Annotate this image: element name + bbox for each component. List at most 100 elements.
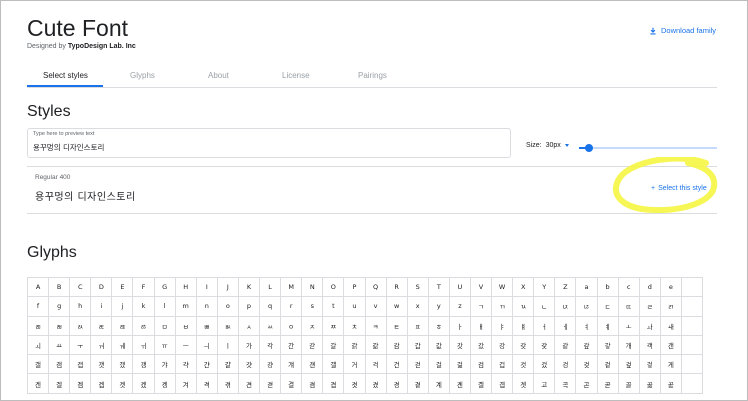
- glyph-cell[interactable]: ㅜ: [70, 335, 92, 356]
- glyph-cell[interactable]: ㄹ: [639, 297, 661, 317]
- glyph-cell[interactable]: T: [428, 278, 450, 298]
- glyph-cell[interactable]: 갓: [449, 335, 471, 356]
- caret-down-icon[interactable]: [564, 144, 569, 147]
- glyph-cell[interactable]: 거: [344, 355, 366, 375]
- glyph-cell[interactable]: ㅊ: [344, 316, 366, 336]
- glyph-cell[interactable]: 갔: [470, 335, 493, 356]
- glyph-cell[interactable]: D: [91, 278, 113, 298]
- glyph-cell[interactable]: 걘: [302, 355, 324, 375]
- glyph-cell[interactable]: ㅍ: [407, 316, 429, 336]
- glyph-cell[interactable]: ㅅ: [238, 316, 261, 336]
- glyph-cell[interactable]: ㅙ: [660, 316, 682, 336]
- glyph-cell[interactable]: W: [492, 278, 514, 298]
- glyph-cell[interactable]: ㅎ: [428, 316, 450, 336]
- glyph-cell[interactable]: 곁: [407, 374, 429, 394]
- glyph-cell[interactable]: ㅝ: [91, 335, 113, 356]
- glyph-cell[interactable]: E: [112, 278, 134, 298]
- glyph-cell[interactable]: H: [175, 278, 197, 298]
- glyph-cell[interactable]: 걸: [428, 355, 450, 375]
- glyph-cell[interactable]: ㅗ: [618, 316, 640, 336]
- glyph-cell[interactable]: 걀: [217, 355, 239, 375]
- glyph-cell[interactable]: ㅘ: [639, 316, 661, 336]
- glyph-cell[interactable]: 값: [428, 335, 450, 356]
- glyph-cell[interactable]: ㄷ: [597, 297, 619, 317]
- glyph-cell[interactable]: 갈: [323, 335, 345, 356]
- glyph-cell[interactable]: ㅂ: [175, 316, 197, 336]
- glyph-cell[interactable]: ㄺ: [660, 297, 682, 317]
- glyph-cell[interactable]: 것: [513, 355, 535, 375]
- glyph-cell[interactable]: 갖: [513, 335, 535, 356]
- glyph-cell[interactable]: ㅠ: [154, 335, 176, 356]
- glyph-cell[interactable]: 곬: [660, 374, 682, 394]
- glyph-cell[interactable]: 갇: [302, 335, 324, 356]
- glyph-cell[interactable]: O: [323, 278, 345, 298]
- glyph-cell[interactable]: 곈: [449, 374, 471, 394]
- glyph-cell[interactable]: ㄼ: [49, 316, 71, 336]
- glyph-cell[interactable]: 고: [534, 374, 556, 394]
- glyph-cell[interactable]: 갯: [91, 355, 113, 375]
- glyph-cell[interactable]: d: [639, 278, 661, 298]
- glyph-cell[interactable]: 겠: [133, 374, 155, 394]
- glyph-cell[interactable]: ㄶ: [576, 297, 598, 317]
- glyph-cell[interactable]: b: [597, 278, 619, 298]
- glyph-cell[interactable]: 갤: [28, 355, 50, 375]
- glyph-cell[interactable]: a: [576, 278, 598, 298]
- glyph-cell[interactable]: G: [154, 278, 176, 298]
- glyph-cell[interactable]: 갗: [534, 335, 556, 356]
- size-slider[interactable]: [579, 144, 717, 152]
- glyph-cell[interactable]: ㅔ: [555, 316, 577, 336]
- glyph-cell[interactable]: ㅓ: [534, 316, 556, 336]
- glyph-cell[interactable]: M: [281, 278, 303, 298]
- glyph-cell[interactable]: 겪: [217, 374, 239, 394]
- glyph-cell[interactable]: 겟: [112, 374, 134, 394]
- glyph-cell[interactable]: J: [217, 278, 239, 298]
- glyph-cell[interactable]: ㅣ: [217, 335, 239, 356]
- glyph-cell[interactable]: n: [196, 297, 218, 317]
- glyph-cell[interactable]: 겐: [28, 374, 50, 394]
- glyph-cell[interactable]: P: [344, 278, 366, 298]
- tab-about[interactable]: About: [208, 71, 229, 80]
- glyph-cell[interactable]: ㅌ: [386, 316, 408, 336]
- glyph-cell[interactable]: 겔: [49, 374, 71, 394]
- glyph-cell[interactable]: 갑: [407, 335, 429, 356]
- glyph-cell[interactable]: 검: [470, 355, 493, 375]
- glyph-cell[interactable]: y: [428, 297, 450, 317]
- glyph-cell[interactable]: ㅈ: [302, 316, 324, 336]
- glyph-cell[interactable]: 겄: [534, 355, 556, 375]
- glyph-cell[interactable]: ㅐ: [470, 316, 493, 336]
- glyph-cell[interactable]: z: [449, 297, 471, 317]
- glyph-cell[interactable]: ㅖ: [597, 316, 619, 336]
- glyph-cell[interactable]: ㄵ: [555, 297, 577, 317]
- glyph-cell[interactable]: ㅇ: [281, 316, 303, 336]
- glyph-cell[interactable]: 견: [238, 374, 261, 394]
- glyph-cell[interactable]: ㄳ: [513, 297, 535, 317]
- glyph-cell[interactable]: 건: [386, 355, 408, 375]
- glyph-cell[interactable]: 걜: [323, 355, 345, 375]
- glyph-cell[interactable]: 겜: [70, 374, 92, 394]
- glyph-cell[interactable]: 겹: [323, 374, 345, 394]
- glyph-cell[interactable]: 겻: [344, 374, 366, 394]
- glyph-cell[interactable]: 겡: [154, 374, 176, 394]
- tab-glyphs[interactable]: Glyphs: [130, 71, 155, 80]
- size-value[interactable]: 30px: [546, 142, 561, 149]
- glyph-cell[interactable]: ㅏ: [449, 316, 471, 336]
- glyph-cell[interactable]: 겆: [576, 355, 598, 375]
- download-family-button[interactable]: Download family: [649, 26, 716, 35]
- glyph-cell[interactable]: ㅛ: [49, 335, 71, 356]
- glyph-cell[interactable]: ㅟ: [133, 335, 155, 356]
- glyph-cell[interactable]: 격: [196, 374, 218, 394]
- glyph-cell[interactable]: 겸: [302, 374, 324, 394]
- glyph-cell[interactable]: X: [513, 278, 535, 298]
- size-control[interactable]: Size: 30px: [526, 142, 569, 149]
- glyph-cell[interactable]: 겨: [175, 374, 197, 394]
- glyph-cell[interactable]: 갠: [660, 335, 682, 356]
- glyph-cell[interactable]: ㅕ: [576, 316, 598, 336]
- glyph-cell[interactable]: 겝: [91, 374, 113, 394]
- glyph-cell[interactable]: F: [133, 278, 155, 298]
- glyph-cell[interactable]: 걷: [407, 355, 429, 375]
- glyph-cell[interactable]: 골: [618, 374, 640, 394]
- glyph-cell[interactable]: C: [70, 278, 92, 298]
- glyph-cell[interactable]: 걋: [238, 355, 261, 375]
- glyph-cell[interactable]: 걱: [365, 355, 387, 375]
- glyph-cell[interactable]: 갉: [344, 335, 366, 356]
